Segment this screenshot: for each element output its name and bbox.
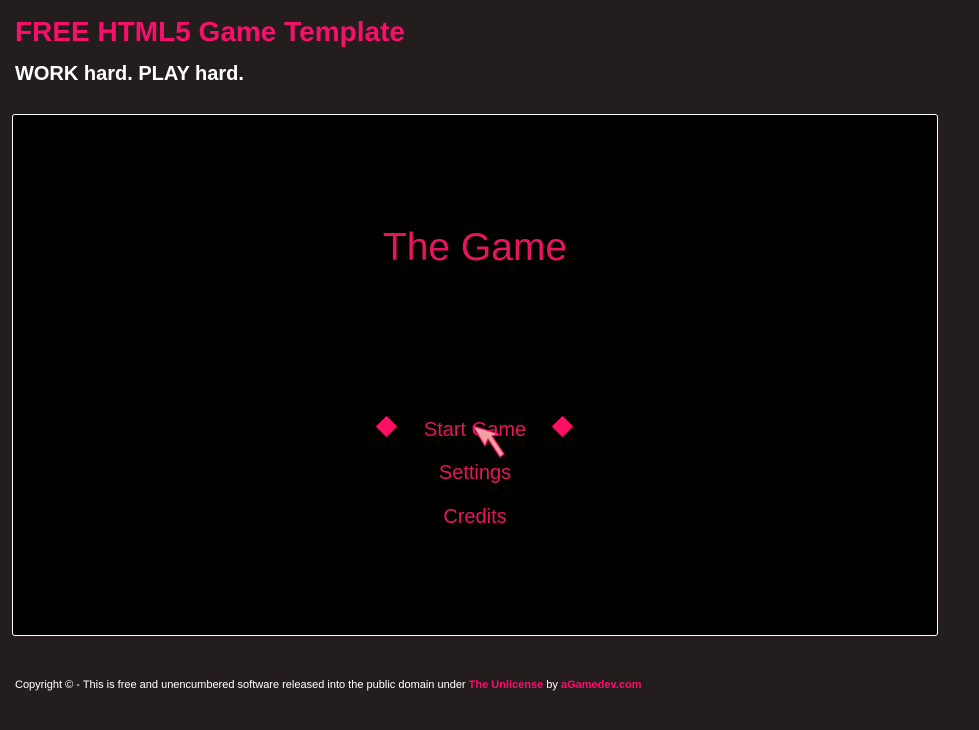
footer-text: Copyright © - This is free and unencumbe…: [15, 679, 469, 691]
site-tagline: WORK hard. PLAY hard.: [15, 63, 244, 85]
settings-menu-item[interactable]: Settings: [13, 461, 937, 485]
footer-by-text: by: [543, 679, 561, 691]
game-title: The Game: [382, 226, 568, 269]
unlicense-link[interactable]: The Unlicense: [469, 679, 544, 691]
credits-menu-item[interactable]: Credits: [13, 505, 937, 529]
game-canvas[interactable]: The Game Start Game Settings Credits: [12, 114, 938, 636]
agamedev-link[interactable]: aGamedev.com: [561, 679, 642, 691]
pointer-cursor-icon: [472, 425, 505, 458]
footer: Copyright © - This is free and unencumbe…: [15, 678, 641, 692]
site-title: FREE HTML5 Game Template: [15, 16, 406, 47]
